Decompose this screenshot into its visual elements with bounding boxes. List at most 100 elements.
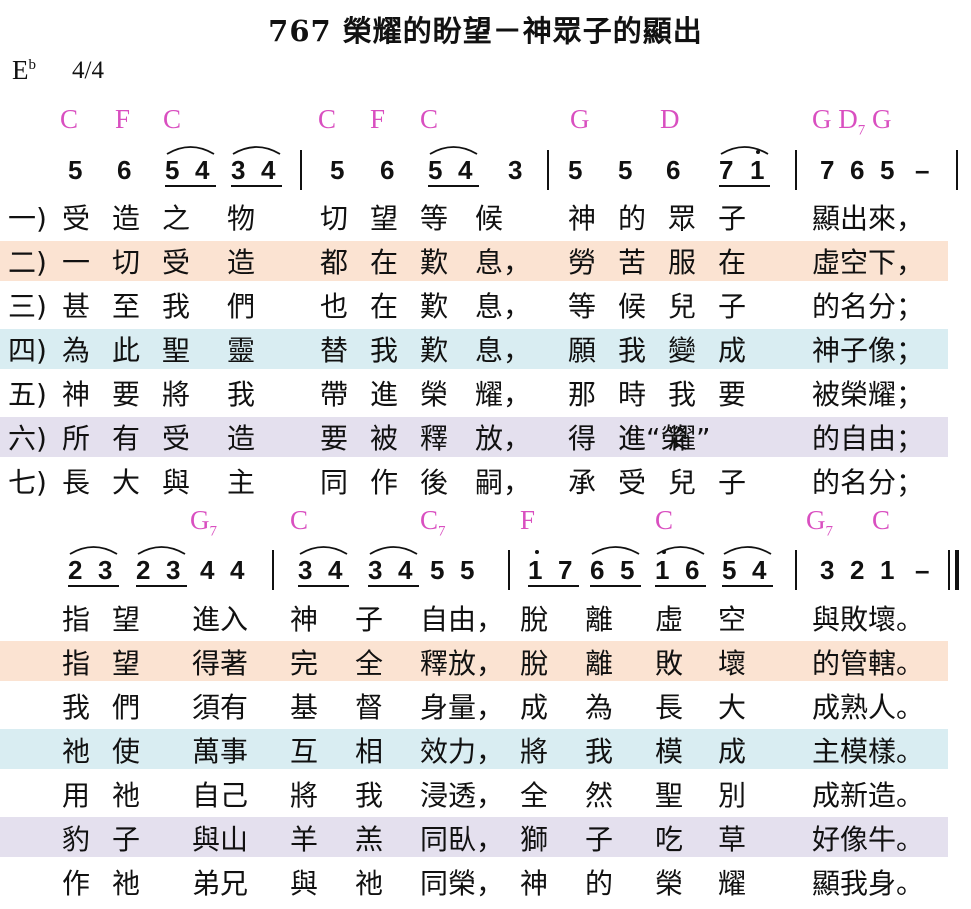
slur <box>591 546 640 555</box>
lyric-syllable: 們 <box>227 290 256 323</box>
lyric-syllable: 浸透， <box>420 779 505 812</box>
lyric-syllable: 我 <box>162 290 191 323</box>
note: 6 <box>380 155 395 185</box>
verse6-band-1 <box>0 417 948 457</box>
barline <box>272 550 274 590</box>
lyric-syllable: 進入 <box>192 603 249 636</box>
note: 5 <box>68 155 83 185</box>
lyric-syllable: 之 <box>162 202 191 235</box>
high-dot <box>662 550 666 554</box>
lyric-syllable: 好像牛。 <box>812 823 925 856</box>
lyric-syllable: 互 <box>290 735 319 768</box>
lyric-syllable: 受 <box>162 422 191 455</box>
lyric-syllable: 聖 <box>162 334 191 367</box>
verse4-band-1 <box>0 329 948 369</box>
chord-sub: 7 <box>825 523 834 540</box>
chord-label: F <box>370 104 386 134</box>
note: 4 <box>200 555 215 585</box>
note: 5 <box>165 155 180 185</box>
slur <box>232 146 281 155</box>
slur <box>299 546 348 555</box>
lyric-syllable: 造 <box>227 422 256 455</box>
lyric-syllable: 要 <box>718 378 747 411</box>
lyric-syllable: 離 <box>585 647 614 680</box>
barline <box>795 550 797 590</box>
lyric-syllable: 服 <box>668 246 697 279</box>
lyric-syllable: 榮 <box>655 867 684 900</box>
lyric-syllable: 要 <box>320 422 349 455</box>
lyric-syllable: 願 <box>568 334 597 367</box>
lyric-syllable: 獅 <box>520 823 549 856</box>
lyric-syllable: 釋放， <box>420 647 505 680</box>
lyric-syllable: 子 <box>718 202 747 235</box>
barline <box>795 150 797 190</box>
key-signature: Eb <box>12 55 36 86</box>
lyric-syllable: 切 <box>112 246 141 279</box>
underline <box>368 585 419 587</box>
note: 2 <box>136 555 151 585</box>
lyric-syllable: 作 <box>370 466 399 499</box>
chord-sub: 7 <box>209 523 218 540</box>
lyric-syllable: 別 <box>718 779 747 812</box>
note: 4 <box>195 155 210 185</box>
lyric-syllable: 全 <box>520 779 549 812</box>
slur <box>591 546 640 555</box>
lyric-syllable: 物 <box>227 202 256 235</box>
lyric-syllable: 指 <box>62 603 91 636</box>
underline <box>719 185 770 187</box>
lyric-syllable: 相 <box>355 735 384 768</box>
note: 7 <box>820 155 835 185</box>
note: 1 <box>750 155 765 185</box>
lyric-syllable: 歎 <box>420 290 449 323</box>
lyric-syllable: 我 <box>62 691 91 724</box>
lyric-syllable: 虛 <box>655 603 684 636</box>
note: 3 <box>820 555 835 585</box>
slur <box>69 546 118 555</box>
note: 1 <box>880 555 895 585</box>
lyric-syllable: 耀” <box>668 422 711 455</box>
lyric-syllable: 祂 <box>62 735 91 768</box>
lyric-syllable: 主模樣。 <box>812 735 925 768</box>
verse-number: 二) <box>8 246 47 279</box>
underline <box>655 585 706 587</box>
note: 3 <box>166 555 181 585</box>
slur <box>299 546 348 555</box>
lyric-syllable: 神子像； <box>812 334 925 367</box>
lyric-syllable: 主 <box>227 466 256 499</box>
verse-number: 五) <box>8 378 47 411</box>
note: 4 <box>261 155 276 185</box>
barline <box>508 550 510 590</box>
lyric-syllable: 神 <box>568 202 597 235</box>
underline <box>590 585 641 587</box>
slur <box>232 146 281 155</box>
lyric-syllable: 等 <box>568 290 597 323</box>
lyric-syllable: 使 <box>112 735 141 768</box>
underline <box>428 185 479 187</box>
chord-label: C <box>655 505 674 535</box>
lyric-syllable: 顯我身。 <box>812 867 925 900</box>
hymn-title: 767 榮耀的盼望－神眾子的顯出 <box>268 14 703 48</box>
lyric-syllable: 長 <box>62 466 91 499</box>
lyric-syllable: 成 <box>718 735 747 768</box>
lyric-syllable: 將 <box>162 378 191 411</box>
note: 7 <box>558 555 573 585</box>
underline <box>231 185 282 187</box>
verse2-band-1 <box>0 241 948 281</box>
lyric-syllable: 離 <box>585 603 614 636</box>
verse-number: 一) <box>8 202 47 235</box>
lyric-syllable: 要 <box>112 378 141 411</box>
lyric-syllable: 弟兄 <box>192 867 249 900</box>
lyric-syllable: 耀， <box>475 378 532 411</box>
lyric-syllable: 放， <box>475 422 532 455</box>
note: 3 <box>98 555 113 585</box>
lyric-syllable: 大 <box>112 466 141 499</box>
lyric-syllable: 虛空下， <box>812 246 925 279</box>
lyric-syllable: 兒 <box>668 466 697 499</box>
lyric-syllable: 的名分； <box>812 290 925 323</box>
lyric-syllable: 子 <box>585 823 614 856</box>
lyric-syllable: 須有 <box>192 691 249 724</box>
key-letter: E <box>12 55 29 85</box>
verse-number: 七) <box>8 466 47 499</box>
lyric-syllable: 造 <box>112 202 141 235</box>
lyric-syllable: 同榮， <box>420 867 505 900</box>
